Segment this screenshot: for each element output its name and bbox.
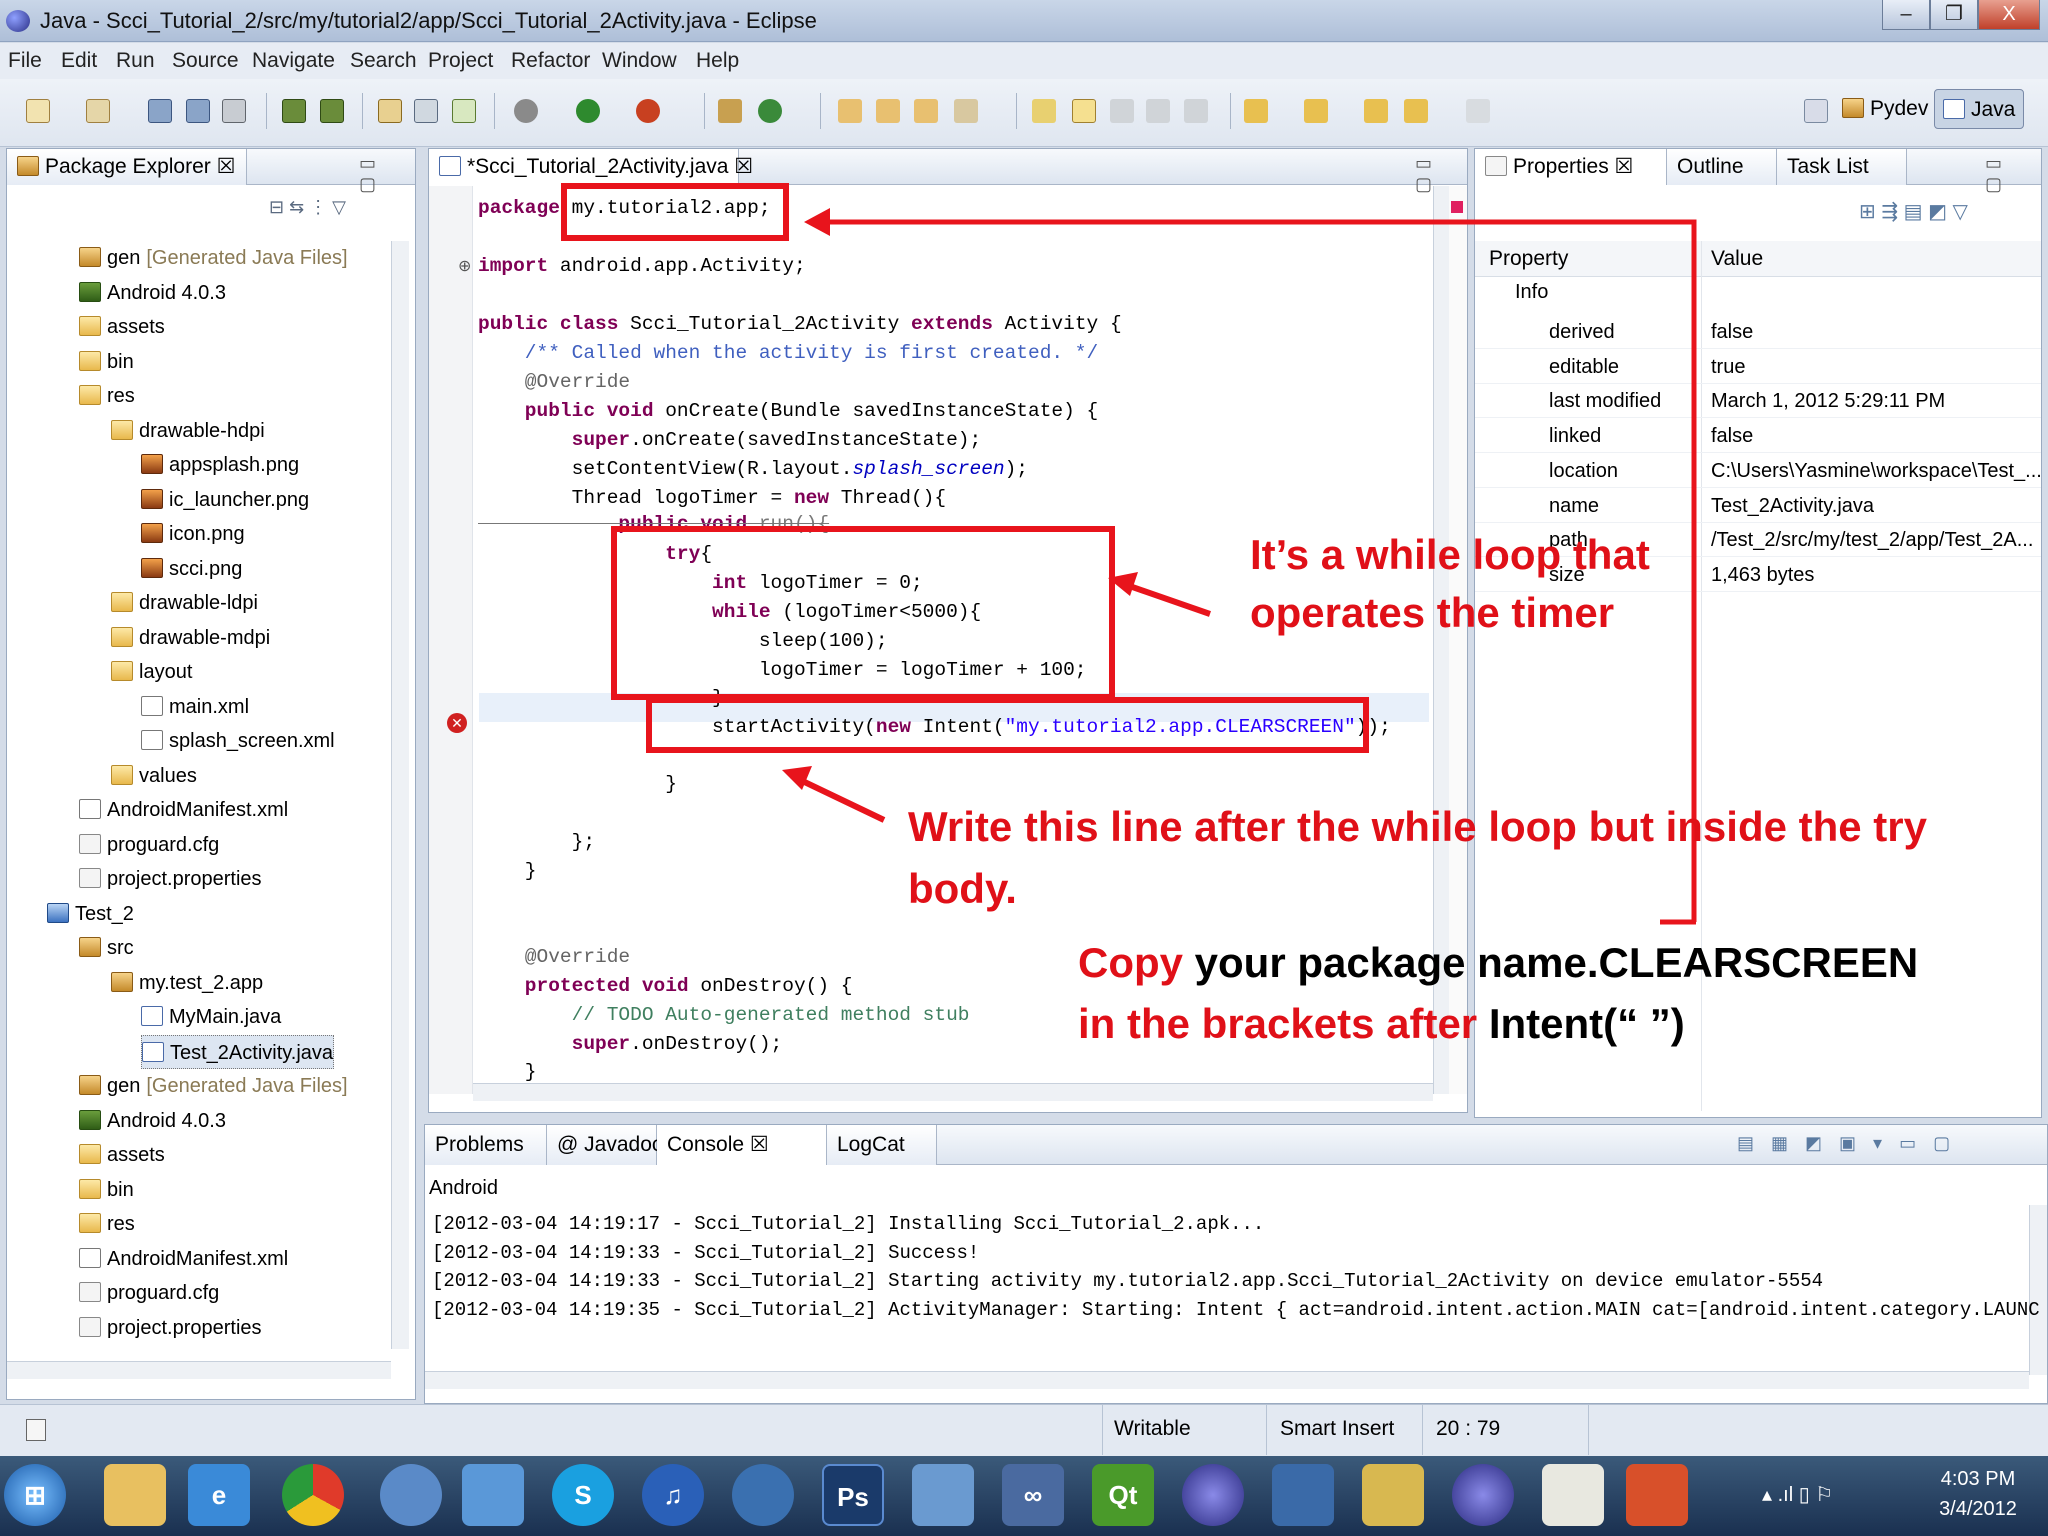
brackets-black-text: Intent(“ ”) [1477,1000,1685,1047]
status-divider [1102,1405,1103,1455]
chrome-icon[interactable] [282,1464,344,1526]
copy-arrowhead [804,208,830,236]
eclipse-second-icon[interactable] [1452,1464,1514,1526]
package-highlight-box [561,183,789,241]
fast-view-icon[interactable] [26,1419,46,1441]
qt-icon[interactable]: Qt [1092,1464,1154,1526]
status-bar: Writable Smart Insert 20 : 79 [0,1404,2048,1456]
explorer-icon[interactable] [104,1464,166,1526]
skype-icon[interactable]: S [552,1464,614,1526]
photoshop-icon[interactable]: Ps [822,1464,884,1526]
powerpoint-icon[interactable] [1626,1464,1688,1526]
status-cursor-position: 20 : 79 [1436,1417,1501,1440]
image-viewer-icon[interactable] [912,1464,974,1526]
copy-black-text: your package name.CLEARSCREEN [1183,939,1919,986]
status-divider [1266,1405,1267,1455]
brackets-red-text: in the brackets after [1078,1000,1478,1047]
startactivity-highlight-box [646,697,1369,753]
status-divider [1588,1405,1589,1455]
safari-icon[interactable] [380,1464,442,1526]
start-button[interactable]: ⊞ [4,1464,66,1526]
folder-app-icon[interactable] [1362,1464,1424,1526]
status-insert-mode: Smart Insert [1280,1417,1395,1440]
copy-red-text: Copy [1078,939,1183,986]
timer-icon[interactable] [732,1464,794,1526]
status-writable: Writable [1114,1417,1191,1440]
clock-date[interactable]: 3/4/2012 [1928,1498,2028,1521]
annotation-while-loop-line2: operates the timer [1250,589,1615,636]
tray-icons[interactable]: ▴ .ıl ▯ ⚐ [1762,1482,1833,1507]
status-divider [1422,1405,1423,1455]
annotation-while-loop-line1: It’s a while loop that [1250,531,1650,578]
clock-time[interactable]: 4:03 PM [1928,1468,2028,1491]
while-loop-highlight-box [611,526,1115,700]
itunes-icon[interactable]: ♫ [642,1464,704,1526]
annotation-write-line-1: Write this line after the while loop but… [908,803,1927,850]
write-line-arrow [790,773,886,823]
network-app-icon[interactable] [1272,1464,1334,1526]
eclipse-taskbar-icon[interactable] [1182,1464,1244,1526]
annotation-write-line-2: body. [908,865,1017,912]
annotation-overlay [561,183,1697,925]
annotation-copy-line1: Copy your package name.CLEARSCREEN [1078,934,1918,992]
internet-explorer-icon[interactable]: e [188,1464,250,1526]
annotation-copy-line2: in the brackets after Intent(“ ”) [1078,995,1685,1053]
windows-taskbar: ⊞ e S ♫ Ps ∞ Qt ▴ .ıl ▯ ⚐ 4:03 PM 3/4/20… [0,1456,2048,1536]
infinity-icon[interactable]: ∞ [1002,1464,1064,1526]
notepad-icon[interactable] [1542,1464,1604,1526]
users-icon[interactable] [462,1464,524,1526]
